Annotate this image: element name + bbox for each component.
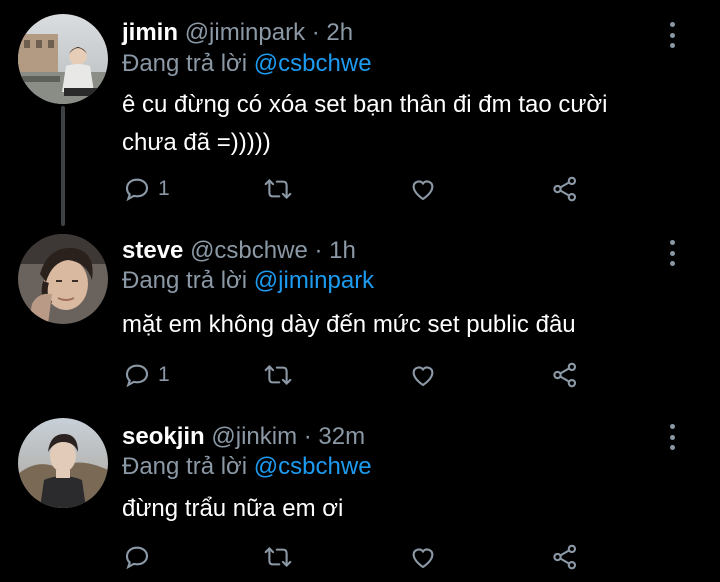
reply-tweet[interactable]: steve @csbchwe · 1h Đang trả lời @jiminp…: [0, 220, 720, 410]
author-handle[interactable]: @csbchwe: [190, 237, 308, 264]
tweet-text: mặt em không dày đến mức set public đâu: [122, 306, 682, 344]
like-icon: [412, 366, 434, 387]
share-button[interactable]: [550, 542, 580, 572]
reply-icon: [125, 364, 149, 388]
retweet-button[interactable]: [262, 542, 294, 572]
timestamp[interactable]: 2h: [326, 19, 353, 46]
reply-tweet[interactable]: jimin @jiminpark · 2h Đang trả lời @csbc…: [0, 0, 720, 220]
avatar[interactable]: [18, 234, 108, 324]
like-button[interactable]: [408, 174, 438, 204]
replying-to-label: Đang trả lời: [122, 267, 248, 294]
tweet-text-line: chưa đã =))))): [122, 129, 271, 156]
separator: ·: [303, 423, 312, 450]
author-handle[interactable]: @jiminpark: [185, 19, 305, 46]
author-name[interactable]: seokjin: [122, 423, 205, 450]
retweet-button[interactable]: [262, 360, 294, 390]
separator: ·: [314, 237, 323, 264]
avatar[interactable]: [18, 14, 108, 104]
avatar[interactable]: [18, 418, 108, 508]
tweet-text: ê cu đừng có xóa set bạn thân đi đm tao …: [122, 86, 682, 162]
more-icon[interactable]: [664, 22, 680, 48]
reply-icon: [125, 546, 149, 570]
author-name[interactable]: steve: [122, 237, 183, 264]
more-icon[interactable]: [664, 424, 680, 450]
share-button[interactable]: [550, 174, 580, 204]
share-icon: [553, 362, 577, 388]
tweet-text: đừng trẩu nữa em ơi: [122, 490, 682, 528]
more-icon[interactable]: [664, 240, 680, 266]
retweet-icon: [264, 365, 292, 385]
mention-link[interactable]: @jiminpark: [254, 267, 374, 294]
timestamp[interactable]: 32m: [318, 423, 365, 450]
tweet-text-line: đừng trẩu nữa em ơi: [122, 495, 344, 522]
replying-to-label: Đang trả lời: [122, 50, 248, 77]
reply-tweet[interactable]: seokjin @jinkim · 32m Đang trả lời @csbc…: [0, 410, 720, 582]
share-icon: [553, 544, 577, 570]
timestamp[interactable]: 1h: [329, 237, 356, 264]
mention-link[interactable]: @csbchwe: [254, 453, 372, 480]
action-bar: [122, 542, 592, 572]
retweet-icon: [264, 179, 292, 199]
like-icon: [412, 180, 434, 201]
reply-button[interactable]: 1: [122, 360, 170, 390]
separator: ·: [311, 19, 320, 46]
reply-count: 1: [158, 363, 170, 386]
action-bar: 1: [122, 174, 592, 204]
replying-to-label: Đang trả lời: [122, 453, 248, 480]
author-handle[interactable]: @jinkim: [211, 423, 297, 450]
like-button[interactable]: [408, 542, 438, 572]
mention-link[interactable]: @csbchwe: [254, 50, 372, 77]
reply-button[interactable]: [122, 542, 158, 572]
reply-count: 1: [158, 177, 170, 200]
share-button[interactable]: [550, 360, 580, 390]
share-icon: [553, 176, 577, 202]
author-name[interactable]: jimin: [122, 19, 178, 46]
retweet-icon: [264, 547, 292, 567]
reply-button[interactable]: 1: [122, 174, 170, 204]
like-button[interactable]: [408, 360, 438, 390]
retweet-button[interactable]: [262, 174, 294, 204]
tweet-text-line: mặt em không dày đến mức set public đâu: [122, 311, 576, 338]
like-icon: [412, 548, 434, 569]
reply-icon: [125, 178, 149, 202]
action-bar: 1: [122, 360, 592, 390]
tweet-text-line: ê cu đừng có xóa set bạn thân đi đm tao …: [122, 91, 608, 118]
